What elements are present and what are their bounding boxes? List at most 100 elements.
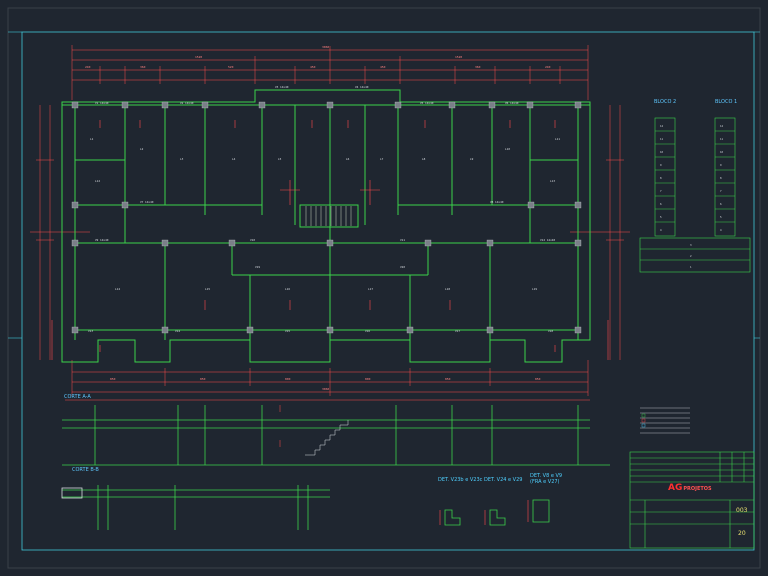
svg-text:6: 6 (720, 202, 722, 206)
svg-text:240: 240 (85, 65, 91, 69)
svg-text:4: 4 (720, 228, 722, 232)
svg-text:8: 8 (720, 176, 722, 180)
svg-text:520: 520 (228, 65, 234, 69)
detail-1-label: DET. V23b e V23c (438, 477, 483, 483)
svg-text:11: 11 (720, 137, 724, 141)
svg-text:V5 14x40: V5 14x40 (420, 101, 434, 105)
svg-text:800: 800 (365, 377, 371, 381)
svg-text:V12 14x40: V12 14x40 (540, 238, 555, 242)
svg-text:1520: 1520 (195, 55, 202, 59)
svg-text:L3: L3 (180, 157, 184, 161)
detail-sketches (444, 499, 550, 526)
svg-text:L14: L14 (115, 287, 120, 291)
svg-text:V10: V10 (250, 238, 255, 242)
svg-text:850: 850 (445, 377, 451, 381)
svg-text:450: 450 (310, 65, 316, 69)
bottom-dimension-texts: 850 850 800 800 850 850 3060 (110, 377, 541, 391)
section-a-stair (305, 420, 349, 456)
svg-text:V1 14x40: V1 14x40 (95, 101, 109, 105)
svg-text:8: 8 (660, 176, 662, 180)
block-1-table (714, 117, 736, 237)
detail-3-sublabel: (FRA e V27) (530, 479, 560, 485)
svg-text:V13: V13 (88, 329, 93, 333)
svg-text:L10: L10 (505, 147, 510, 151)
bottom-dimensions (71, 360, 589, 396)
svg-text:12: 12 (720, 124, 724, 128)
block-1-label: BLOCO 1 (715, 99, 738, 105)
svg-text:L11: L11 (555, 137, 560, 141)
block-level-texts: 12 11 10 9 8 7 6 5 4 12 11 10 9 8 7 6 5 4 3 2 1 (660, 124, 724, 269)
notes-legend (640, 407, 690, 434)
svg-text:L9: L9 (470, 157, 474, 161)
svg-text:L19: L19 (532, 287, 537, 291)
svg-text:V4 14x40: V4 14x40 (355, 85, 369, 89)
company-logo: AGPROJETOS (668, 483, 712, 493)
svg-text:450: 450 (380, 65, 386, 69)
svg-text:1: 1 (690, 265, 692, 269)
svg-text:360: 360 (140, 65, 146, 69)
svg-text:7: 7 (660, 189, 662, 193)
svg-text:L1: L1 (90, 137, 94, 141)
section-a-a-label: CORTE A-A (64, 394, 91, 400)
svg-text:V2 14x40: V2 14x40 (180, 101, 194, 105)
svg-text:L7: L7 (380, 157, 384, 161)
sheet-code: 003 (736, 507, 748, 514)
sheet-number: 20 (738, 530, 746, 537)
svg-text:V11: V11 (400, 238, 405, 242)
svg-text:800: 800 (285, 377, 291, 381)
svg-text:L8: L8 (422, 157, 426, 161)
svg-text:850: 850 (110, 377, 116, 381)
svg-text:V3 14x40: V3 14x40 (275, 85, 289, 89)
svg-text:V8 14x40: V8 14x40 (490, 200, 504, 204)
svg-text:V16: V16 (365, 329, 370, 333)
top-dimensions (71, 45, 589, 100)
section-a-a-drawing (62, 405, 610, 466)
svg-text:12: 12 (660, 124, 664, 128)
svg-text:L13: L13 (550, 179, 555, 183)
svg-text:2: 2 (690, 254, 692, 258)
svg-text:11: 11 (660, 137, 664, 141)
svg-text:240: 240 (545, 65, 551, 69)
svg-text:3060: 3060 (322, 45, 329, 49)
svg-text:L17: L17 (368, 287, 373, 291)
svg-text:850: 850 (535, 377, 541, 381)
svg-text:L12: L12 (95, 179, 100, 183)
svg-text:V9 14x40: V9 14x40 (95, 238, 109, 242)
title-block (629, 451, 755, 549)
svg-text:V6 14x40: V6 14x40 (505, 101, 519, 105)
cad-drawing: 3060 1520 1520 240 360 520 450 450 360 240 85… (7, 7, 761, 569)
svg-text:5: 5 (660, 215, 662, 219)
sheet-border (7, 7, 761, 569)
svg-text:6: 6 (660, 202, 662, 206)
svg-text:3060: 3060 (322, 387, 329, 391)
svg-text:L5: L5 (278, 157, 282, 161)
pillars (71, 101, 582, 334)
svg-text:L4: L4 (232, 157, 236, 161)
top-dimension-texts: 3060 1520 1520 240 360 520 450 450 360 240 (85, 45, 551, 69)
detail-2-label: DET. V24 e V29 (484, 477, 523, 483)
svg-text:L18: L18 (445, 287, 450, 291)
svg-text:V18: V18 (548, 329, 553, 333)
svg-text:L15: L15 (205, 287, 210, 291)
svg-text:7: 7 (720, 189, 722, 193)
cad-drawing-canvas[interactable]: 3060 1520 1520 240 360 520 450 450 360 240 85… (0, 0, 768, 576)
svg-text:9: 9 (720, 163, 722, 167)
svg-text:1520: 1520 (455, 55, 462, 59)
logo-mark: AG (668, 483, 683, 493)
svg-text:4: 4 (660, 228, 662, 232)
block-2-table (654, 117, 676, 237)
block-2-label: BLOCO 2 (654, 99, 677, 105)
svg-text:V14: V14 (175, 329, 180, 333)
svg-text:850: 850 (200, 377, 206, 381)
svg-text:3: 3 (690, 243, 692, 247)
section-b-b-label: CORTE B-B (72, 467, 99, 473)
stair (305, 206, 352, 226)
svg-text:10: 10 (660, 150, 664, 154)
svg-text:10: 10 (720, 150, 724, 154)
svg-text:V19: V19 (255, 265, 260, 269)
section-b-b-drawing (61, 485, 330, 530)
svg-text:L16: L16 (285, 287, 290, 291)
detail-markers (439, 500, 529, 525)
svg-text:V7 14x40: V7 14x40 (140, 200, 154, 204)
svg-text:V17: V17 (455, 329, 460, 333)
